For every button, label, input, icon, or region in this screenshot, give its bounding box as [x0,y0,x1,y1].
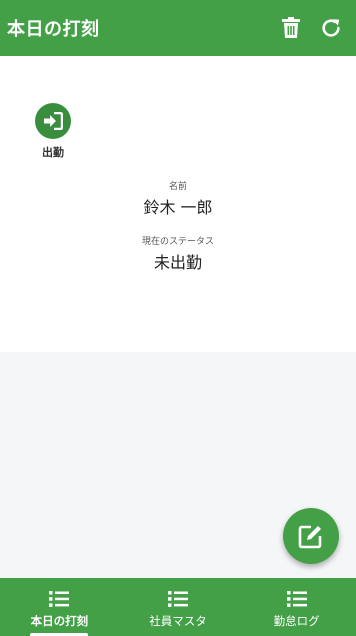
bottom-navigation: 本日の打刻 社員マスタ 勤怠ログ [0,578,356,636]
employee-name: 鈴木 一郎 [143,198,213,217]
refresh-button[interactable] [317,14,345,42]
list-icon [286,591,307,607]
page-title: 本日の打刻 [7,19,100,40]
list-icon [49,591,70,607]
nav-item-today-punch[interactable]: 本日の打刻 [0,578,119,636]
delete-button[interactable] [277,14,305,42]
nav-label-attendance-log: 勤怠ログ [273,614,320,628]
refresh-icon [322,19,340,37]
sign-in-icon [44,112,63,130]
status-value: 未出勤 [153,253,202,272]
nav-item-employee-master[interactable]: 社員マスタ [119,578,238,636]
trash-icon [282,17,300,38]
name-label: 名前 [168,182,187,192]
nav-label-employee-master: 社員マスタ [149,614,207,628]
main-content: 出勤 名前 鈴木 一郎 現在のステータス 未出勤 [0,56,356,352]
list-icon [168,591,188,607]
edit-fab-button[interactable] [283,508,339,564]
clock-in-button[interactable] [35,103,71,139]
status-label: 現在のステータス [141,237,214,247]
nav-item-attendance-log[interactable]: 勤怠ログ [237,578,356,636]
clock-in-label: 出勤 [42,146,64,159]
nav-label-today-punch: 本日の打刻 [30,614,89,628]
edit-icon [298,525,322,549]
app-header: 本日の打刻 [0,0,356,56]
